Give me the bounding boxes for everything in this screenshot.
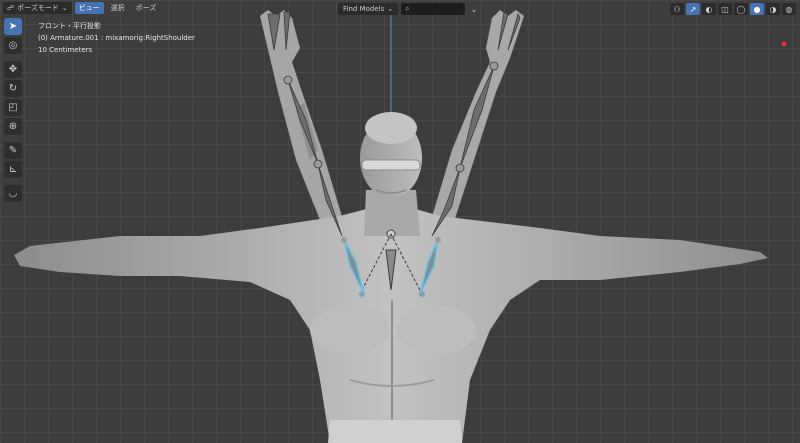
chevron-down-icon: ⌄	[470, 4, 478, 14]
character-body	[14, 208, 768, 443]
menu-view[interactable]: ビュー	[74, 2, 104, 14]
transform-icon[interactable]: ⊕	[4, 118, 22, 135]
viewport-shading-controls: ⚇ ↗ ◐ ◫ ◯ ● ◑ ◍	[668, 3, 796, 15]
visibility-icon[interactable]: ⚇	[670, 3, 684, 15]
mode-select[interactable]: ☍ ポーズモード ⌄	[3, 2, 72, 14]
menu-pose-label: ポーズ	[135, 4, 157, 12]
search-input[interactable]: ⌕	[401, 3, 466, 15]
overlay-icon[interactable]: ◐	[702, 3, 716, 15]
viewport-info: フロント・平行投影 (0) Armature.001 : mixamorig:R…	[38, 20, 195, 56]
collapse-button[interactable]: ⌄	[467, 3, 481, 15]
scale-icon[interactable]: ◰	[4, 99, 22, 116]
gizmo-toggle-icon[interactable]: ↗	[686, 3, 700, 15]
cursor-icon[interactable]: ◎	[4, 37, 22, 54]
character-head	[360, 112, 422, 236]
active-bone: (0) Armature.001 : mixamorig:RightShould…	[38, 34, 195, 42]
annotate-icon[interactable]: ✎	[4, 142, 22, 159]
find-models-bar: Find Models ⌄ ⌕ ⌄	[338, 3, 481, 15]
rotate-icon[interactable]: ↻	[4, 80, 22, 97]
material-shading-icon[interactable]: ◑	[766, 3, 780, 15]
measure-icon[interactable]: ⊾	[4, 161, 22, 178]
chevron-down-icon: ⌄	[387, 5, 394, 13]
3d-viewport[interactable]: ☍ ポーズモード ⌄ ビュー 選択 ポーズ Find Models ⌄ ⌕ ⌄ …	[0, 0, 800, 443]
chevron-down-icon: ⌄	[61, 4, 68, 12]
xray-icon[interactable]: ◫	[718, 3, 732, 15]
menu-select-label: 選択	[110, 4, 125, 12]
gizmo-red-dot	[781, 41, 787, 47]
solid-shading-icon[interactable]: ●	[750, 3, 764, 15]
menu-pose[interactable]: ポーズ	[132, 2, 161, 14]
relax-icon[interactable]: ◡	[4, 185, 22, 202]
menu-view-label: ビュー	[78, 4, 100, 12]
rendered-shading-icon[interactable]: ◍	[782, 3, 796, 15]
search-icon: ⌕	[405, 4, 410, 13]
find-models-select[interactable]: Find Models ⌄	[338, 3, 399, 15]
grid-scale: 10 Centimeters	[38, 46, 93, 54]
scene	[14, 10, 787, 443]
tool-shelf: ➤ ◎ ✥ ↻ ◰ ⊕ ✎ ⊾ ◡	[4, 18, 22, 202]
wireframe-shading-icon[interactable]: ◯	[734, 3, 748, 15]
view-name: フロント・平行投影	[38, 22, 101, 30]
find-models-label: Find Models	[343, 5, 385, 13]
menu-select[interactable]: 選択	[107, 2, 129, 14]
pose-mode-icon: ☍	[7, 4, 15, 12]
select-box-icon[interactable]: ➤	[4, 18, 22, 35]
move-icon[interactable]: ✥	[4, 61, 22, 78]
mode-label: ポーズモード	[17, 4, 59, 12]
